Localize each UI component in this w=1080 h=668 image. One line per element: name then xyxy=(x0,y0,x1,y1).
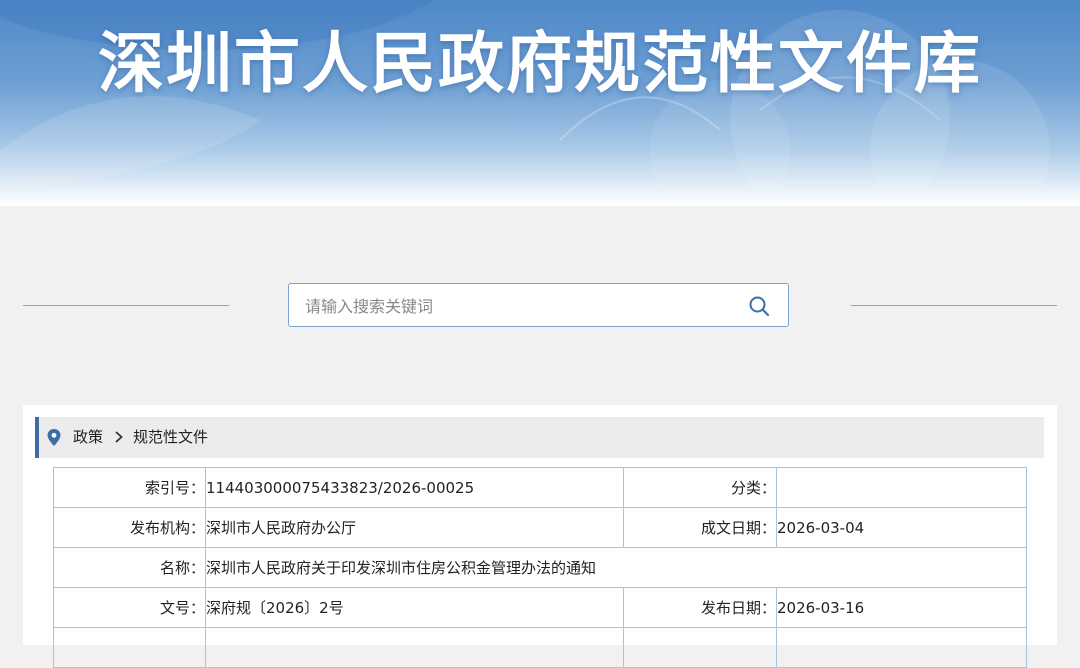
search-input[interactable] xyxy=(303,284,727,328)
header-banner: 深圳市人民政府规范性文件库 xyxy=(0,0,1080,206)
index-no-value: 11440300007543382​3/2026-00025 xyxy=(205,467,624,508)
search-icon[interactable] xyxy=(748,295,770,317)
publish-date-value: 2026-03-16 xyxy=(776,587,1027,628)
divider-right xyxy=(851,305,1057,306)
breadcrumb: 政策 规范性文件 xyxy=(35,417,1044,458)
category-label: 分类： xyxy=(623,467,777,508)
breadcrumb-item-normative-docs[interactable]: 规范性文件 xyxy=(133,417,208,458)
divider-left xyxy=(23,305,229,306)
publish-date-label: 发布日期： xyxy=(623,587,777,628)
site-title: 深圳市人民政府规范性文件库 xyxy=(98,25,982,102)
name-value: 深圳市人民政府关于印发深圳市住房公积金管理办法的通知 xyxy=(205,547,1027,588)
table-row xyxy=(53,627,1027,668)
location-pin-icon xyxy=(47,429,61,446)
publisher-label: 发布机构： xyxy=(53,507,206,548)
name-label: 名称： xyxy=(53,547,206,588)
index-no-label: 索引号： xyxy=(53,467,206,508)
breadcrumb-item-policy[interactable]: 政策 xyxy=(73,417,103,458)
category-value xyxy=(776,467,1027,508)
written-date-value: 2026-03-04 xyxy=(776,507,1027,548)
table-row: 文号： 深府规〔2026〕2号 发布日期： 2026-03-16 xyxy=(53,587,1027,628)
chevron-right-icon xyxy=(115,431,123,443)
table-row: 索引号： 11440300007543382​3/2026-00025 分类： xyxy=(53,467,1027,508)
table-row: 名称： 深圳市人民政府关于印发深圳市住房公积金管理办法的通知 xyxy=(53,547,1027,588)
written-date-label: 成文日期： xyxy=(623,507,777,548)
doc-no-value: 深府规〔2026〕2号 xyxy=(205,587,624,628)
document-metadata-table: 索引号： 11440300007543382​3/2026-00025 分类： … xyxy=(53,467,1027,668)
search-box xyxy=(288,283,789,328)
table-row: 发布机构： 深圳市人民政府办公厅 成文日期： 2026-03-04 xyxy=(53,507,1027,548)
doc-no-label: 文号： xyxy=(53,587,206,628)
publisher-value: 深圳市人民政府办公厅 xyxy=(205,507,624,548)
document-info-panel: 政策 规范性文件 索引号： 11440300007543382​3/2026-0… xyxy=(23,405,1057,668)
